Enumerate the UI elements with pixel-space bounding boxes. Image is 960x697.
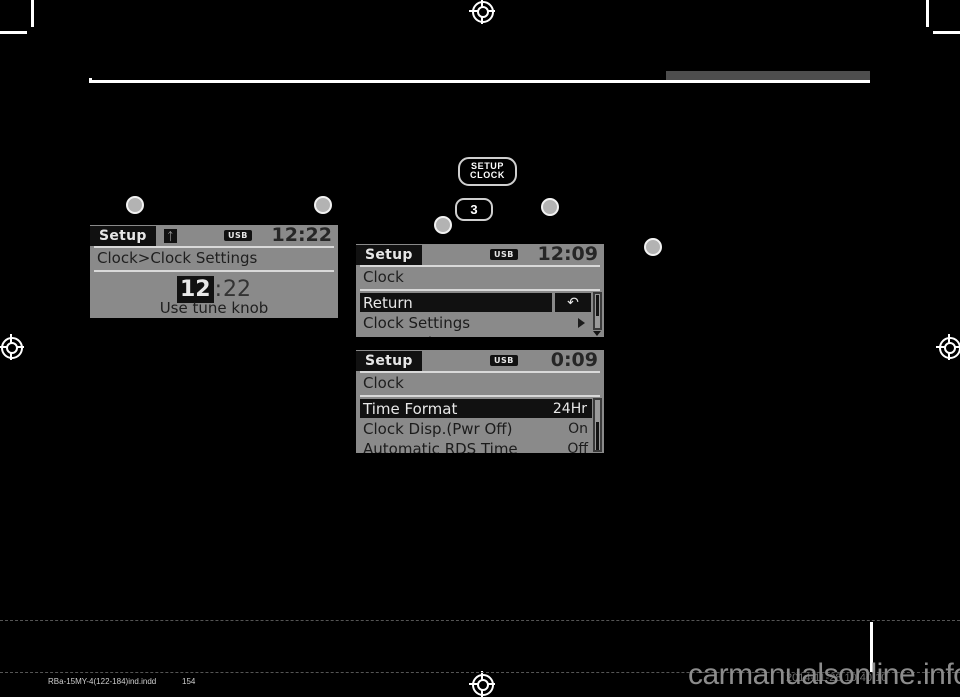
callout-bullet-1 (126, 196, 144, 214)
header-rule-tick (89, 78, 92, 83)
option-time-format-label: Time Format (363, 399, 458, 418)
screen2-setup-tab[interactable]: Setup (356, 245, 422, 265)
callout-number-3: 3 (455, 198, 493, 221)
return-arrow-icon[interactable]: ↶ (555, 293, 591, 312)
crop-mark-top-left-horizontal (0, 31, 27, 34)
registration-mark-bottom-center (469, 671, 495, 697)
screen2-title-bar: Setup USB 12:09 (356, 244, 604, 266)
setup-clock-hardware-button[interactable]: SETUP CLOCK (458, 157, 517, 187)
usb-badge: USB (490, 249, 518, 260)
screen2-clock-readout: 12:09 (537, 244, 598, 265)
usb-badge: USB (224, 230, 252, 241)
screen2-divider-top (360, 265, 600, 267)
crop-mark-top-left-vertical (31, 0, 34, 27)
screen1-divider-top (94, 246, 334, 248)
callout-bullet-2 (314, 196, 332, 214)
screen2-scrollbar[interactable] (593, 292, 602, 330)
screen2-scrollbar-thumb[interactable] (596, 295, 599, 316)
screen1-setup-tab[interactable]: Setup (90, 226, 156, 246)
screen3-divider-top (360, 371, 600, 373)
screen1-breadcrumb: Clock>Clock Settings (97, 249, 258, 267)
lcd-screen-clock-options[interactable]: Setup USB 0:09 Clock Time Format 24Hr Cl… (356, 350, 604, 453)
registration-mark-top-center (469, 0, 495, 24)
footer-page-number: 154 (182, 677, 196, 686)
screen3-scrollbar[interactable] (593, 398, 602, 452)
site-watermark: carmanualsonline.info (688, 658, 960, 691)
screen3-scrollbar-thumb[interactable] (596, 422, 599, 450)
lcd-screen-clock-menu[interactable]: Setup USB 12:09 Clock Return ↶ Clock Set… (356, 244, 604, 337)
registration-mark-right-middle (936, 334, 960, 360)
screen1-divider-bottom (94, 270, 334, 272)
screen3-divider-bottom (360, 395, 600, 397)
option-automatic-rds-time-label: Automatic RDS Time (363, 439, 518, 454)
menu-item-clock-settings[interactable]: Clock Settings (360, 313, 591, 332)
option-clock-display-value[interactable]: On (568, 421, 588, 437)
scroll-down-icon[interactable] (593, 331, 601, 336)
menu-item-clock-settings-label: Clock Settings (363, 313, 471, 332)
screen2-menu-title: Clock (363, 268, 404, 286)
menu-item-return[interactable]: Return (360, 293, 552, 312)
screen3-clock-readout: 0:09 (550, 350, 598, 371)
screen1-clock-readout: 12:22 (271, 225, 332, 246)
screen3-title-bar: Setup USB 0:09 (356, 350, 604, 372)
lcd-screen-clock-settings-edit[interactable]: Setup ᛏ USB 12:22 Clock>Clock Settings 1… (90, 225, 338, 318)
bluetooth-icon: ᛏ (163, 229, 177, 243)
tune-knob-hint: Use tune knob (159, 299, 269, 317)
registration-mark-left-middle (0, 334, 24, 360)
crop-mark-top-right-vertical (926, 0, 929, 27)
option-row-automatic-rds-time[interactable]: Automatic RDS Time Off (360, 439, 592, 454)
callout-bullet-3 (434, 216, 452, 234)
menu-item-day-settings-label: Day Settings (360, 334, 459, 338)
callout-bullet-4 (541, 198, 559, 216)
usb-badge: USB (490, 355, 518, 366)
menu-item-day-settings[interactable]: Day Settings (360, 333, 591, 338)
menu-item-return-label: Return (363, 293, 413, 312)
option-time-format-value[interactable]: 24Hr (549, 400, 590, 417)
setup-clock-button-line2: CLOCK (470, 170, 505, 181)
footer-file-reference: RBa-15MY-4(122-184)ind.indd (48, 677, 157, 686)
screen3-setup-tab[interactable]: Setup (356, 351, 422, 371)
option-automatic-rds-time-value[interactable]: Off (567, 441, 588, 454)
header-grey-block (666, 71, 870, 80)
screen1-title-bar: Setup ᛏ USB 12:22 (90, 225, 338, 247)
header-rule (90, 80, 870, 83)
footer-dash-rule-top (0, 620, 960, 621)
chevron-right-icon (578, 317, 585, 328)
option-row-clock-display[interactable]: Clock Disp.(Pwr Off) On (360, 419, 592, 438)
option-row-time-format[interactable]: Time Format 24Hr (360, 399, 592, 418)
callout-bullet-5 (644, 238, 662, 256)
crop-mark-top-right-horizontal (933, 31, 960, 34)
option-clock-display-label: Clock Disp.(Pwr Off) (363, 419, 513, 438)
screen3-menu-title: Clock (363, 374, 404, 392)
screen2-divider-bottom (360, 289, 600, 291)
